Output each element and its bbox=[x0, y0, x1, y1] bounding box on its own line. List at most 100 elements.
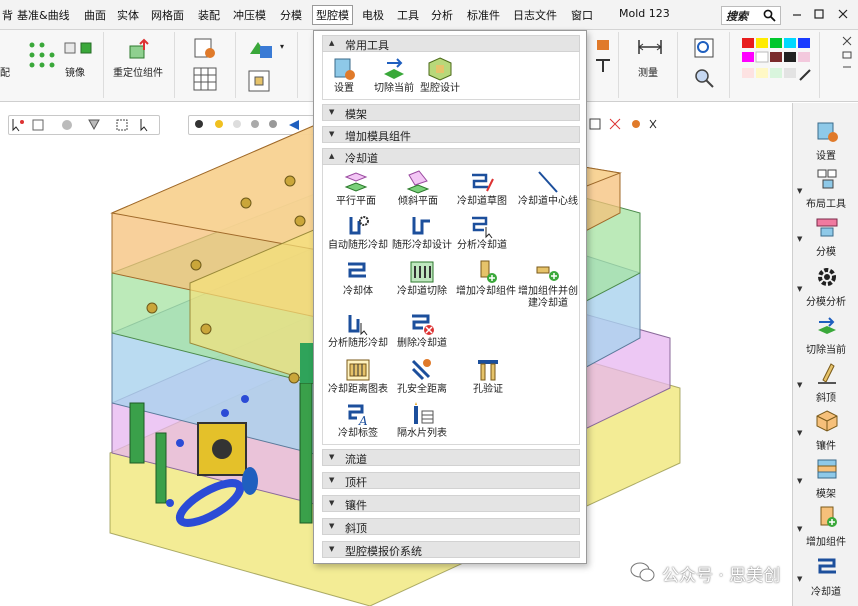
tool-baffle-list[interactable]: 隔水片列表 bbox=[389, 401, 455, 440]
menu-item-datum-curve[interactable]: 基准&曲线 bbox=[17, 7, 70, 23]
mold-base-icon bbox=[817, 459, 837, 479]
chevron-down-icon[interactable]: ▼ bbox=[797, 235, 802, 243]
add-cooling-component-icon bbox=[480, 260, 497, 283]
tool-tilted-plane[interactable]: 倾斜平面 bbox=[385, 169, 451, 208]
rp-item-settings[interactable]: 设置 bbox=[793, 117, 858, 165]
section-header-lifter[interactable]: ▼ 斜顶 bbox=[322, 518, 580, 535]
svg-text:A: A bbox=[358, 414, 368, 427]
lifter-icon bbox=[818, 363, 836, 384]
rp-item-parting[interactable]: ▼ 分模 bbox=[793, 213, 858, 261]
settings-icon bbox=[817, 122, 838, 142]
reposition-label[interactable]: 重定位组件 bbox=[113, 64, 163, 79]
measure-label[interactable]: 测量 bbox=[638, 64, 658, 79]
paint-icon[interactable] bbox=[593, 36, 613, 54]
menu-item-electrode[interactable]: 电极 bbox=[362, 7, 384, 23]
menu-item-standard-parts[interactable]: 标准件 bbox=[467, 7, 500, 23]
zoom-part-icon[interactable] bbox=[692, 66, 716, 90]
section-header-runner[interactable]: ▼ 流道 bbox=[322, 449, 580, 466]
tool-auto-conformal-cooling[interactable]: 自动随形冷却 bbox=[325, 213, 391, 252]
tool-cooling-label[interactable]: A 冷却标签 bbox=[325, 401, 391, 440]
menu-item-mold123[interactable]: Mold 123 bbox=[619, 7, 670, 20]
minimize-icon[interactable] bbox=[790, 7, 804, 21]
tool-delete-cooling[interactable]: 删除冷却道 bbox=[389, 311, 455, 350]
rp-item-parting-analysis[interactable]: ▼ 分模分析 bbox=[793, 263, 858, 311]
chevron-down-icon[interactable]: ▼ bbox=[797, 187, 802, 195]
inspect-icon[interactable] bbox=[692, 36, 716, 60]
tool-add-component-and-create-cooling[interactable]: 增加组件并创建冷却道 bbox=[515, 259, 581, 310]
tool-hole-verification[interactable]: 孔验证 bbox=[455, 357, 521, 396]
tool-analyze-cooling[interactable]: 分析冷却道 bbox=[449, 213, 515, 252]
menu-item-cavity-mold[interactable]: 型腔模 bbox=[312, 5, 353, 25]
tool-hole-safety-distance[interactable]: 孔安全距离 bbox=[389, 357, 455, 396]
section-header-cooling[interactable]: ▲ 冷却道 bbox=[322, 148, 580, 165]
chevron-down-icon[interactable]: ▼ bbox=[797, 429, 802, 437]
tool-cooling-sketch[interactable]: 冷却道草图 bbox=[449, 169, 515, 208]
chevron-down-icon[interactable]: ▾ bbox=[280, 42, 284, 51]
expand-icon: ▼ bbox=[329, 108, 335, 116]
analyze-cooling-icon bbox=[472, 216, 493, 239]
close-icon[interactable] bbox=[836, 7, 850, 21]
gear-icon bbox=[818, 268, 836, 286]
section-header-common-tools[interactable]: ▲ 常用工具 bbox=[322, 35, 580, 52]
section-header-ejector-pin[interactable]: ▼ 顶杆 bbox=[322, 472, 580, 489]
frame-icon[interactable] bbox=[246, 68, 272, 94]
menu-item-surface[interactable]: 曲面 bbox=[84, 7, 106, 23]
rp-item-lifter[interactable]: ▼ 斜顶 bbox=[793, 359, 858, 407]
settings-icon bbox=[334, 58, 355, 80]
hole-verify-icon bbox=[478, 360, 498, 381]
menu-item-partial[interactable]: 背 bbox=[2, 7, 13, 23]
menu-item-mesh[interactable]: 网格面 bbox=[151, 7, 184, 23]
rp-item-layout-tools[interactable]: ▼ 布局工具 bbox=[793, 165, 858, 213]
menu-item-stamping[interactable]: 冲压模 bbox=[233, 7, 266, 23]
section-header-add-mold-components[interactable]: ▼ 增加模具组件 bbox=[322, 126, 580, 143]
maximize-icon[interactable] bbox=[812, 7, 826, 21]
tool-cavity-design[interactable]: 型腔设计 bbox=[407, 56, 473, 95]
rp-item-cooling[interactable]: ▼ 冷却道 bbox=[793, 553, 858, 601]
measure-icon[interactable] bbox=[636, 36, 664, 58]
rp-item-mold-base[interactable]: ▼ 模架 bbox=[793, 455, 858, 503]
menu-item-parting[interactable]: 分模 bbox=[280, 7, 302, 23]
tool-cooling-distance-chart[interactable]: 冷却距离图表 bbox=[325, 357, 391, 396]
color-palette-icon[interactable] bbox=[740, 36, 816, 96]
reposition-icon[interactable] bbox=[127, 36, 153, 62]
rp-item-cut-current[interactable]: 切除当前 bbox=[793, 311, 858, 359]
tool-analyze-conformal-cooling[interactable]: 分析随形冷却 bbox=[325, 311, 391, 350]
shapes-icon[interactable] bbox=[246, 36, 276, 62]
mirror-cubes-icon[interactable] bbox=[64, 40, 94, 56]
section-header-insert[interactable]: ▼ 镶件 bbox=[322, 495, 580, 512]
cooling-body-icon bbox=[348, 262, 366, 278]
menu-item-tools[interactable]: 工具 bbox=[397, 7, 419, 23]
menu-item-analysis[interactable]: 分析 bbox=[431, 7, 453, 23]
ribbon-side-icons[interactable] bbox=[840, 34, 854, 74]
rp-item-insert[interactable]: ▼ 镶件 bbox=[793, 407, 858, 455]
tee-icon[interactable] bbox=[593, 56, 613, 74]
mirror-label[interactable]: 镜像 bbox=[65, 64, 85, 79]
chevron-down-icon[interactable]: ▼ bbox=[797, 525, 802, 533]
search-box[interactable]: 搜索 bbox=[721, 6, 781, 25]
tool-add-cooling-component[interactable]: 增加冷却组件 bbox=[453, 259, 519, 298]
distance-chart-icon bbox=[346, 359, 370, 381]
chevron-down-icon[interactable]: ▼ bbox=[797, 285, 802, 293]
settings-sheet-icon[interactable] bbox=[192, 36, 218, 60]
tool-conformal-cooling-design[interactable]: 随形冷却设计 bbox=[389, 213, 455, 252]
menu-item-window[interactable]: 窗口 bbox=[571, 7, 593, 23]
parallel-plane-icon bbox=[344, 172, 368, 192]
dot-pattern-icon[interactable] bbox=[28, 40, 66, 70]
chevron-down-icon[interactable]: ▼ bbox=[797, 477, 802, 485]
tool-cooling-cut[interactable]: 冷却道切除 bbox=[389, 259, 455, 298]
section-header-mold-base[interactable]: ▼ 模架 bbox=[322, 104, 580, 121]
color-palette[interactable] bbox=[736, 32, 820, 98]
section-body-common-tools: 设置 切除当前 型腔设计 bbox=[322, 52, 580, 100]
menu-item-solid[interactable]: 实体 bbox=[117, 7, 139, 23]
tool-cooling-body[interactable]: 冷却体 bbox=[325, 259, 391, 298]
section-header-quote-system[interactable]: ▼ 型腔模报价系统 bbox=[322, 541, 580, 558]
tool-cooling-centerline[interactable]: 冷却道中心线 bbox=[515, 169, 581, 208]
tool-parallel-plane[interactable]: 平行平面 bbox=[323, 169, 389, 208]
table-grid-icon[interactable] bbox=[192, 66, 218, 92]
menu-item-assembly[interactable]: 装配 bbox=[198, 7, 220, 23]
chevron-down-icon[interactable]: ▼ bbox=[797, 381, 802, 389]
layout-tools-icon bbox=[817, 169, 837, 189]
chevron-down-icon[interactable]: ▼ bbox=[797, 575, 802, 583]
menu-item-log[interactable]: 日志文件 bbox=[513, 7, 557, 23]
rp-item-add-component[interactable]: ▼ 增加组件 bbox=[793, 503, 858, 551]
